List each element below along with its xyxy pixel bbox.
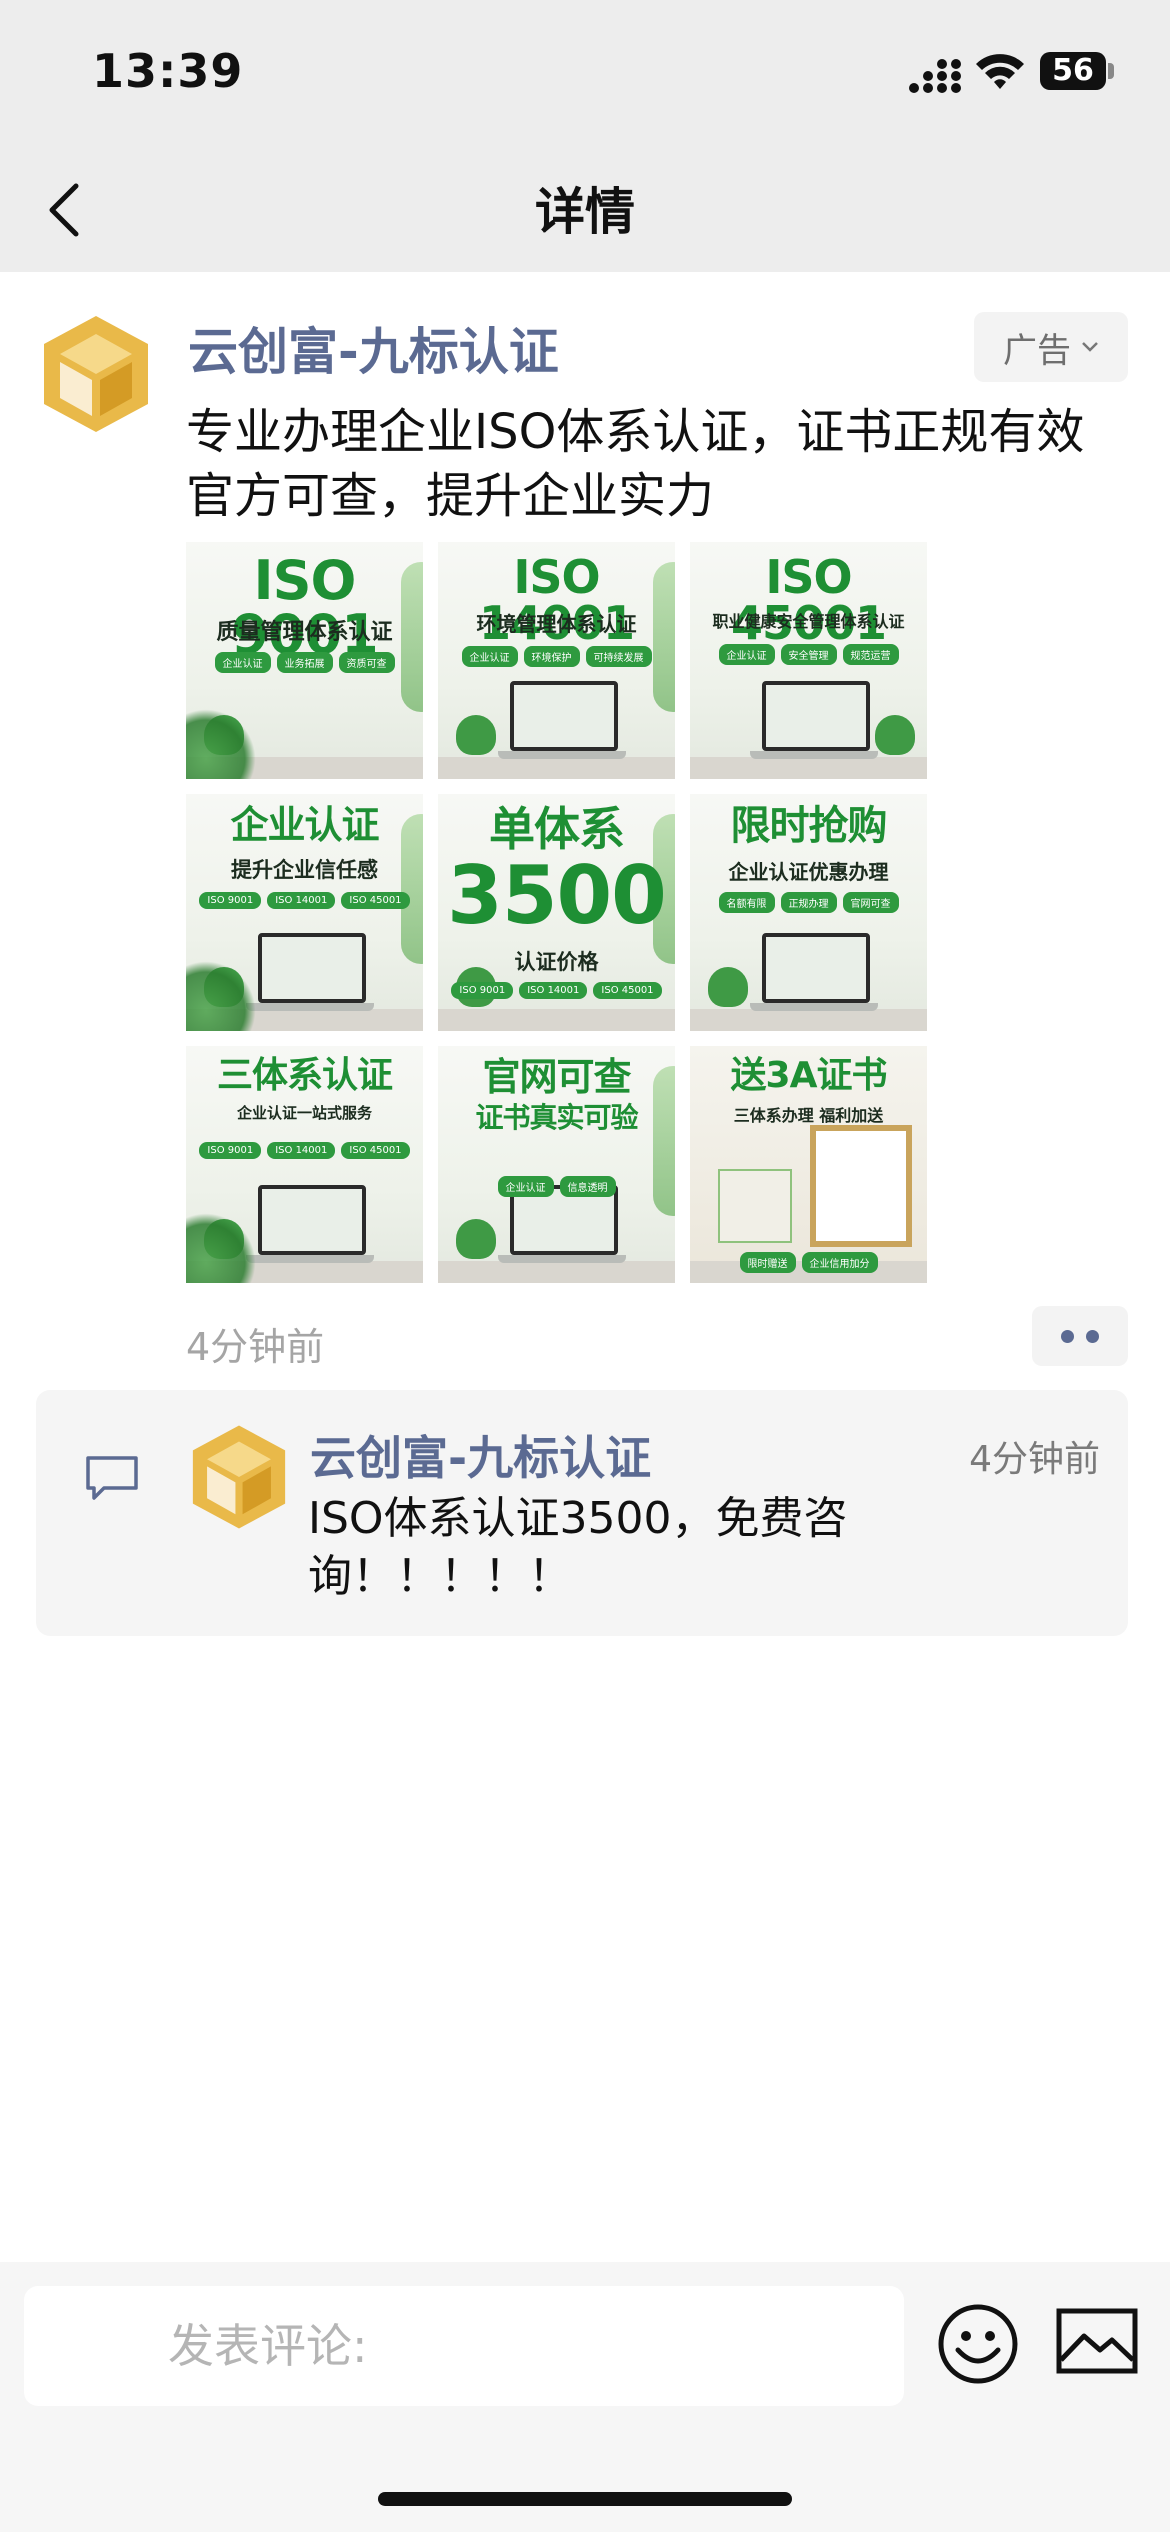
- tile-chip: 企业认证: [497, 1176, 554, 1197]
- tile-chip: 资质可查: [338, 652, 395, 673]
- tile-headline: 三体系认证: [216, 1055, 393, 1096]
- battery-icon: 56: [1040, 52, 1106, 90]
- tile-chip: 限时赠送: [739, 1252, 796, 1273]
- status-time: 13:39: [92, 44, 244, 98]
- image-tile[interactable]: 企业认证 提升企业信任感 ISO 9001 ISO 14001 ISO 45001: [186, 794, 423, 1031]
- comment-section: 云创富-九标认证 4分钟前 ISO体系认证3500，免费咨询！！！！！: [36, 1390, 1128, 1636]
- tile-chip: ISO 14001: [267, 892, 336, 909]
- tile-headline: 官网可查: [482, 1055, 631, 1099]
- tile-subline: 认证价格: [514, 950, 599, 974]
- author-name[interactable]: 云创富-九标认证: [188, 312, 559, 384]
- tile-subline: 环境管理体系认证: [476, 612, 637, 636]
- chevron-down-icon: [1082, 342, 1098, 352]
- more-actions-button[interactable]: [1032, 1306, 1128, 1366]
- tile-headline: 单体系: [489, 802, 625, 856]
- tile-chip: ISO 45001: [341, 1142, 410, 1159]
- certificate-frame: [810, 1125, 912, 1247]
- commenter-name[interactable]: 云创富-九标认证: [310, 1422, 651, 1488]
- image-tile[interactable]: 送3A证书 三体系办理 福利加送 限时赠送 企业信用加分: [690, 1046, 927, 1283]
- image-tile[interactable]: ISO 14001 环境管理体系认证 企业认证 环境保护 可持续发展: [438, 542, 675, 779]
- more-dot-icon: [1061, 1329, 1074, 1343]
- cellular-signal-icon: [909, 59, 961, 93]
- tile-subline: 企业认证优惠办理: [728, 860, 889, 884]
- tile-chip: 企业信用加分: [801, 1252, 878, 1273]
- tile-price: 3500: [447, 849, 667, 942]
- tile-chip: 安全管理: [780, 644, 837, 665]
- tile-subline: 提升企业信任感: [231, 858, 378, 882]
- battery-level: 56: [1052, 53, 1094, 88]
- tile-chip: ISO 45001: [341, 892, 410, 909]
- tile-subline: 职业健康安全管理体系认证: [712, 612, 905, 631]
- tile-chip: ISO 9001: [451, 982, 514, 999]
- tile-subline: 企业认证一站式服务: [236, 1104, 372, 1122]
- tile-headline: 企业认证: [230, 803, 379, 847]
- comment-icon: [86, 1456, 138, 1500]
- tile-chip: ISO 45001: [593, 982, 662, 999]
- tile-headline: ISO 45001: [730, 550, 887, 650]
- emoji-icon[interactable]: [936, 2302, 1020, 2386]
- image-tile[interactable]: 单体系 3500 认证价格 ISO 9001 ISO 14001 ISO 45001: [438, 794, 675, 1031]
- comment-input[interactable]: [24, 2286, 904, 2406]
- tile-subline: 三体系办理 福利加送: [733, 1106, 884, 1125]
- post-time: 4分钟前: [186, 1325, 325, 1369]
- commenter-avatar[interactable]: [184, 1422, 294, 1532]
- tile-chip: 正规办理: [780, 892, 837, 913]
- tile-chip: 环境保护: [523, 646, 580, 667]
- tile-chip: ISO 9001: [199, 1142, 262, 1159]
- more-dot-icon: [1086, 1329, 1099, 1343]
- nav-bar: 详情: [0, 140, 1170, 272]
- tile-subline: 质量管理体系认证: [216, 620, 393, 645]
- status-bar: 13:39 56: [0, 0, 1170, 140]
- tile-chip: 官网可查: [842, 892, 899, 913]
- gift-box: [718, 1169, 792, 1243]
- image-tile[interactable]: 三体系认证 企业认证一站式服务 ISO 9001 ISO 14001 ISO 450…: [186, 1046, 423, 1283]
- image-picker-icon[interactable]: [1056, 2308, 1138, 2374]
- tile-chip: ISO 14001: [267, 1142, 336, 1159]
- tile-headline: 送3A证书: [730, 1055, 888, 1096]
- page-title: 详情: [535, 183, 635, 241]
- ad-tag[interactable]: 广告: [974, 312, 1128, 382]
- tile-headline: 限时抢购: [730, 803, 888, 849]
- tile-chip: 企业认证: [718, 644, 775, 665]
- image-tile[interactable]: 限时抢购 企业认证优惠办理 名额有限 正规办理 官网可查: [690, 794, 927, 1031]
- tile-chip: 业务拓展: [276, 652, 333, 673]
- comment-time: 4分钟前: [969, 1439, 1100, 1480]
- author-avatar[interactable]: [36, 312, 156, 436]
- image-tile[interactable]: ISO 45001 职业健康安全管理体系认证 企业认证 安全管理 规范运营: [690, 542, 927, 779]
- image-tile[interactable]: ISO 9001 质量管理体系认证 企业认证 业务拓展 资质可查: [186, 542, 423, 779]
- tile-chip: 名额有限: [718, 892, 775, 913]
- post-text: 专业办理企业ISO体系认证，证书正规有效官方可查，提升企业实力: [186, 404, 1085, 524]
- battery-tip: [1108, 63, 1114, 79]
- comment-text[interactable]: ISO体系认证3500，免费咨询！！！！！: [308, 1490, 1048, 1606]
- wifi-icon: [976, 54, 1024, 89]
- tile-chip: 企业认证: [214, 652, 271, 673]
- image-grid: ISO 9001 质量管理体系认证 企业认证 业务拓展 资质可查 ISO 14001…: [186, 542, 927, 1283]
- ad-label: 广告: [1003, 330, 1071, 371]
- home-indicator: [378, 2492, 792, 2506]
- tile-chip: ISO 14001: [519, 982, 588, 999]
- tile-chip: 可持续发展: [585, 646, 652, 667]
- tile-chip: 信息透明: [559, 1176, 616, 1197]
- tile-chip: 规范运营: [842, 644, 899, 665]
- tile-subline: 证书真实可验: [475, 1101, 638, 1134]
- tile-chip: ISO 9001: [199, 892, 262, 909]
- tile-chip: 企业认证: [461, 646, 518, 667]
- image-tile[interactable]: 官网可查 证书真实可验 企业认证 信息透明: [438, 1046, 675, 1283]
